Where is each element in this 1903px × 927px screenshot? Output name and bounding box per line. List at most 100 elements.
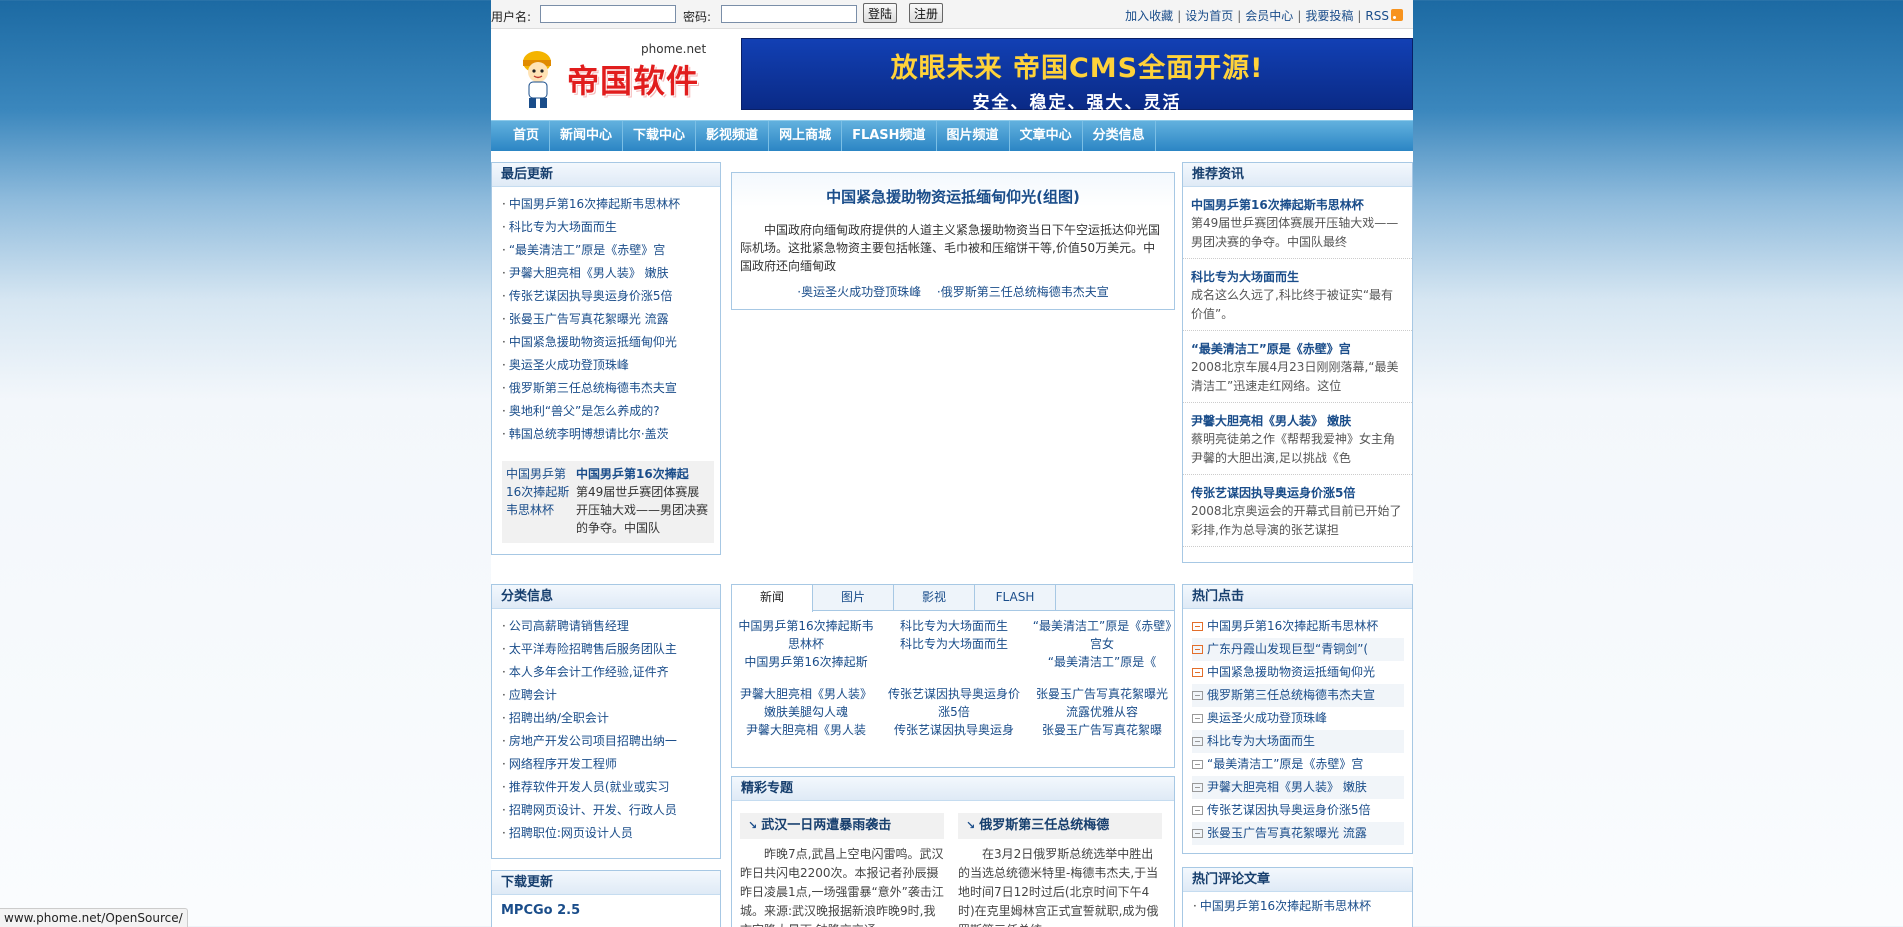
- download-item[interactable]: MPCGo 2.5: [492, 895, 720, 918]
- list-item[interactable]: 应聘会计: [502, 684, 720, 707]
- list-item[interactable]: 中国紧急援助物资运抵缅甸仰光: [1192, 661, 1404, 684]
- tab-bar: 新闻 图片 影视 FLASH: [732, 585, 1174, 612]
- list-item[interactable]: 韩国总统李明博想请比尔·盖茨: [502, 423, 720, 446]
- list-item[interactable]: 奥运圣火成功登顶珠峰: [1192, 707, 1404, 730]
- related-link[interactable]: ·俄罗斯第三任总统梅德韦杰夫宣: [937, 285, 1109, 299]
- recommended-item-text: 2008北京车展4月23日刚刚落幕,“最美清洁工”迅速走红网络。这位: [1191, 360, 1399, 393]
- list-item[interactable]: 科比专为大场面而生: [502, 216, 720, 239]
- nav-item-classifieds[interactable]: 分类信息: [1083, 121, 1156, 151]
- list-item[interactable]: 张曼玉广告写真花絮曝光 流露: [1192, 822, 1404, 845]
- list-item[interactable]: 张曼玉广告写真花絮曝光 流露: [502, 308, 720, 331]
- featured-topic-title[interactable]: 武汉一日两遭暴雨袭击: [740, 813, 944, 839]
- tab-cell-title[interactable]: 中国男乒第16次捧起斯韦思林杯: [736, 617, 876, 653]
- tab-movies[interactable]: 影视: [894, 585, 975, 610]
- rank-icon: [1192, 829, 1203, 838]
- tab-cell-title[interactable]: 张曼玉广告写真花絮曝光 流露优雅从容: [1032, 685, 1172, 721]
- tab-cell-title[interactable]: 尹馨大胆亮相《男人装》 嫩肤美腿勾人魂: [736, 685, 876, 721]
- list-item[interactable]: 奥运圣火成功登顶珠峰: [502, 354, 720, 377]
- list-item-label: “最美清洁工”原是《赤壁》宫: [1207, 757, 1364, 771]
- list-item[interactable]: 传张艺谋因执导奥运身价涨5倍: [1192, 799, 1404, 822]
- list-item[interactable]: “最美清洁工”原是《赤壁》宫: [1192, 753, 1404, 776]
- list-item[interactable]: 中国男乒第16次捧起斯韦思林杯: [1193, 895, 1412, 918]
- list-item[interactable]: 传张艺谋因执导奥运身价涨5倍: [502, 285, 720, 308]
- list-item[interactable]: 房地产开发公司项目招聘出纳一: [502, 730, 720, 753]
- related-link[interactable]: ·奥运圣火成功登顶珠峰: [797, 285, 921, 299]
- list-item[interactable]: 中国男乒第16次捧起斯韦思林杯: [1192, 615, 1404, 638]
- tab-flash[interactable]: FLASH: [975, 585, 1056, 610]
- list-item[interactable]: 科比专为大场面而生: [1192, 730, 1404, 753]
- list-item-label: 中国紧急援助物资运抵缅甸仰光: [1207, 665, 1376, 679]
- list-item[interactable]: 俄罗斯第三任总统梅德韦杰夫宣: [1192, 684, 1404, 707]
- feature-thumb-link[interactable]: 中国男乒第16次捧起斯韦思林杯: [506, 465, 570, 519]
- tab-photos[interactable]: 图片: [813, 585, 894, 610]
- banner-ad[interactable]: 放眼未来 帝国CMS全面开源! 安全、稳定、强大、灵活: [741, 38, 1413, 113]
- password-input[interactable]: [721, 5, 857, 23]
- hot-clicks-list: 中国男乒第16次捧起斯韦思林杯 广东丹霞山发现巨型“青铜剑”( 中国紧急援助物资…: [1183, 609, 1412, 845]
- nav-item-photos[interactable]: 图片频道: [937, 121, 1010, 151]
- list-item[interactable]: “最美清洁工”原是《赤壁》宫: [502, 239, 720, 262]
- tab-news[interactable]: 新闻: [732, 585, 813, 612]
- tab-cell-link[interactable]: 尹馨大胆亮相《男人装: [736, 721, 876, 739]
- rss-icon[interactable]: [1391, 9, 1403, 21]
- list-item[interactable]: 太平洋寿险招聘售后服务团队主: [502, 638, 720, 661]
- rank-icon: [1192, 645, 1203, 654]
- rank-icon: [1192, 714, 1203, 723]
- headline-title[interactable]: 中国紧急援助物资运抵缅甸仰光(组图): [732, 186, 1174, 207]
- tab-cell-title[interactable]: “最美清洁工”原是《赤壁》宫女: [1032, 617, 1172, 653]
- tab-cell-link[interactable]: 张曼玉广告写真花絮曝: [1032, 721, 1172, 739]
- tab-cell-link[interactable]: 传张艺谋因执导奥运身: [884, 721, 1024, 739]
- featured-topic: 武汉一日两遭暴雨袭击 昨晚7点,武昌上空电闪雷鸣。武汉昨日共闪电2200次。本报…: [740, 813, 944, 927]
- recommended-item-title[interactable]: 传张艺谋因执导奥运身价涨5倍: [1191, 484, 1404, 502]
- header: phome.net 帝国软件 放眼未来 帝国CMS全面开源! 安全、稳定、强大、…: [491, 30, 1413, 120]
- list-item[interactable]: 奥地利“兽父”是怎么养成的?: [502, 400, 720, 423]
- feature-title[interactable]: 中国男乒第16次捧起: [576, 465, 710, 483]
- featured-topic-title[interactable]: 俄罗斯第三任总统梅德: [958, 813, 1162, 839]
- member-center-link[interactable]: 会员中心: [1245, 9, 1293, 23]
- recommended-item-title[interactable]: 科比专为大场面而生: [1191, 268, 1404, 286]
- nav-item-download[interactable]: 下载中心: [623, 121, 697, 151]
- tab-cell-link[interactable]: “最美清洁工”原是《: [1032, 653, 1172, 671]
- list-item[interactable]: 招聘网页设计、开发、行政人员: [502, 799, 720, 822]
- recommended-item-title[interactable]: “最美清洁工”原是《赤壁》宫: [1191, 340, 1404, 358]
- nav-item-articles[interactable]: 文章中心: [1010, 121, 1083, 151]
- login-button[interactable]: 登陆: [863, 3, 898, 23]
- recommended-item-title[interactable]: 尹馨大胆亮相《男人装》 嫩肤: [1191, 412, 1404, 430]
- nav-item-shop[interactable]: 网上商城: [769, 121, 843, 151]
- nav-item-home[interactable]: 首页: [503, 121, 551, 151]
- nav-item-news[interactable]: 新闻中心: [550, 121, 624, 151]
- rank-icon: [1192, 783, 1203, 792]
- list-item[interactable]: 招聘出纳/全职会计: [502, 707, 720, 730]
- tab-cell-title[interactable]: 传张艺谋因执导奥运身价涨5倍: [884, 685, 1024, 721]
- list-item-label: 尹馨大胆亮相《男人装》 嫩肤: [1207, 780, 1367, 794]
- nav-item-movies[interactable]: 影视频道: [696, 121, 770, 151]
- register-button[interactable]: 注册: [909, 3, 944, 23]
- list-item[interactable]: 尹馨大胆亮相《男人装》 嫩肤: [502, 262, 720, 285]
- tab-cell: 尹馨大胆亮相《男人装》 嫩肤美腿勾人魂 尹馨大胆亮相《男人装: [732, 685, 880, 753]
- list-item[interactable]: 中国男乒第16次捧起斯韦思林杯: [502, 193, 720, 216]
- hot-clicks-box: 热门点击 中国男乒第16次捧起斯韦思林杯 广东丹霞山发现巨型“青铜剑”( 中国紧…: [1182, 584, 1413, 854]
- list-item[interactable]: 广东丹霞山发现巨型“青铜剑”(: [1192, 638, 1404, 661]
- list-item[interactable]: 招聘职位:网页设计人员: [502, 822, 720, 845]
- submit-article-link[interactable]: 我要投稿: [1305, 9, 1353, 23]
- featured-topics-box: 精彩专题 武汉一日两遭暴雨袭击 昨晚7点,武昌上空电闪雷鸣。武汉昨日共闪电220…: [731, 776, 1175, 927]
- tab-cell-link[interactable]: 中国男乒第16次捧起斯: [736, 653, 876, 671]
- list-item[interactable]: 尹馨大胆亮相《男人装》 嫩肤: [1192, 776, 1404, 799]
- list-item[interactable]: 本人多年会计工作经验,证件齐: [502, 661, 720, 684]
- tab-cell-title[interactable]: 科比专为大场面而生: [884, 617, 1024, 635]
- list-item[interactable]: 公司高薪聘请销售经理: [502, 615, 720, 638]
- list-item[interactable]: 中国紧急援助物资运抵缅甸仰光: [502, 331, 720, 354]
- rss-link[interactable]: RSS: [1365, 9, 1389, 23]
- headline-summary: 中国政府向缅甸政府提供的人道主义紧急援助物资当日下午空运抵达仰光国际机场。这批紧…: [740, 223, 1161, 273]
- list-item[interactable]: 推荐软件开发人员(就业或实习: [502, 776, 720, 799]
- tab-cell-link[interactable]: 科比专为大场面而生: [884, 635, 1024, 653]
- banner-subline: 安全、稳定、强大、灵活: [972, 93, 1182, 113]
- add-favorite-link[interactable]: 加入收藏: [1125, 9, 1173, 23]
- tab-cell: 中国男乒第16次捧起斯韦思林杯 中国男乒第16次捧起斯: [732, 617, 880, 685]
- recommended-item-title[interactable]: 中国男乒第16次捧起斯韦思林杯: [1191, 196, 1404, 214]
- site-logo[interactable]: phome.net 帝国软件: [515, 38, 706, 112]
- set-homepage-link[interactable]: 设为首页: [1185, 9, 1233, 23]
- list-item[interactable]: 网络程序开发工程师: [502, 753, 720, 776]
- nav-item-flash[interactable]: FLASH频道: [842, 121, 937, 151]
- username-input[interactable]: [540, 5, 676, 23]
- list-item[interactable]: 俄罗斯第三任总统梅德韦杰夫宣: [502, 377, 720, 400]
